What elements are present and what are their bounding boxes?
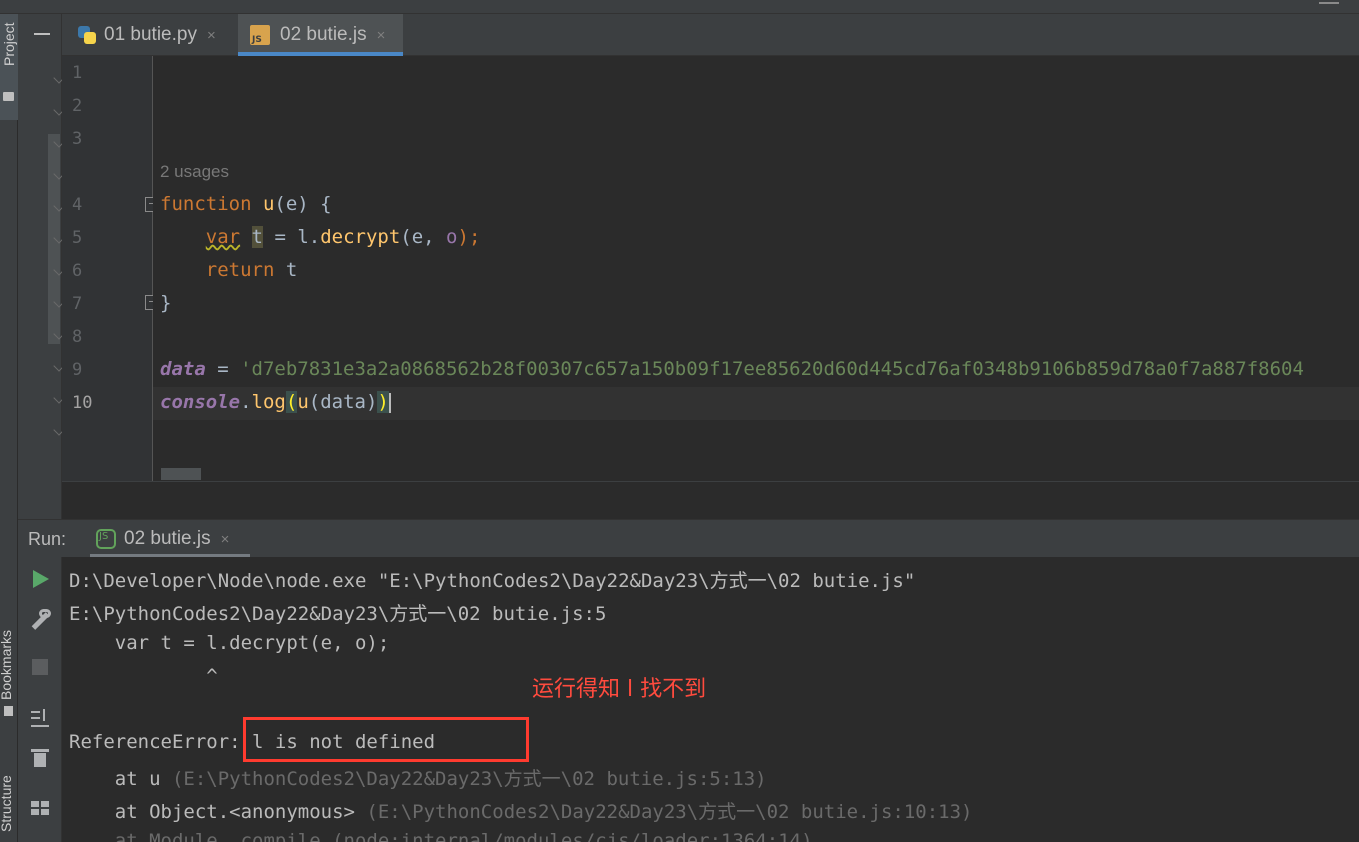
bookmarks-tool-tab[interactable]: Bookmarks (0, 600, 18, 740)
line-number: 6 (72, 261, 83, 281)
code-line-5: var t = l.decrypt(e, o); (205, 226, 481, 248)
line-number: 8 (72, 327, 83, 347)
code-line-7: } (160, 292, 172, 314)
run-tab-label: 02 butie.js (124, 528, 211, 549)
tab-01-butie-py[interactable]: 01 butie.py × (78, 14, 256, 56)
line-number: 7 (72, 294, 83, 314)
title-strip (0, 0, 1359, 14)
stack-link[interactable]: (E:\PythonCodes2\Day22&Day23\方式一\02 buti… (366, 801, 972, 823)
trash-icon[interactable] (29, 747, 51, 769)
project-tool-tab[interactable]: Project (0, 14, 18, 120)
nodejs-icon: JS (96, 529, 116, 549)
run-label: Run: (28, 529, 67, 549)
code-line-10: console.log(u(data)) (160, 391, 391, 413)
bookmark-icon (4, 706, 13, 716)
rerun-icon[interactable] (33, 570, 49, 588)
stop-icon[interactable] (32, 659, 48, 675)
close-icon[interactable]: × (221, 531, 230, 548)
console-line: D:\Developer\Node\node.exe "E:\PythonCod… (69, 570, 916, 592)
code-line-9: data = 'd7eb7831e3a2a0868562b28f00307c65… (160, 358, 1304, 380)
tab-label: 02 butie.js (280, 24, 367, 45)
line-number: 2 (72, 96, 83, 116)
js-file-icon: JS (250, 25, 270, 45)
horizontal-scrollbar[interactable] (161, 468, 201, 480)
scroll-to-end-icon[interactable] (29, 707, 51, 729)
run-console[interactable]: D:\Developer\Node\node.exe "E:\PythonCod… (62, 557, 1359, 842)
project-tool-label: Project (1, 22, 17, 66)
annotation-highlight-box (243, 717, 529, 762)
code-line-4: function u(e) { (160, 193, 332, 215)
console-line: ^ (69, 665, 218, 687)
code-editor[interactable]: 2 usages function u(e) { var t = l.decry… (153, 56, 1359, 481)
stack-link[interactable]: (E:\PythonCodes2\Day22&Day23\方式一\02 buti… (172, 768, 767, 790)
code-line-6: return t (205, 259, 298, 281)
tab-label: 01 butie.py (104, 24, 197, 45)
run-toolbar (18, 557, 62, 842)
editor-tab-bar: 01 butie.py × JS 02 butie.js × (62, 14, 1359, 56)
project-panel (18, 14, 65, 519)
close-icon[interactable]: × (207, 27, 216, 44)
structure-tool-tab[interactable]: Structure (0, 750, 18, 842)
folder-icon (3, 92, 14, 101)
run-tool-header: Run: JS 02 butie.js × (18, 519, 1359, 558)
usages-hint[interactable]: 2 usages (160, 162, 229, 182)
line-number: 3 (72, 129, 83, 149)
console-line: at Module._compile (node:internal/module… (69, 830, 813, 842)
tab-02-butie-js[interactable]: JS 02 butie.js × (238, 14, 403, 56)
line-number: 5 (72, 228, 83, 248)
line-number: 1 (72, 63, 83, 83)
console-line: var t = l.decrypt(e, o); (69, 632, 390, 654)
console-line: at Object.<anonymous> (E:\PythonCodes2\D… (69, 801, 973, 823)
structure-tool-label: Structure (0, 775, 14, 832)
wrench-icon[interactable] (29, 609, 51, 631)
close-icon[interactable]: × (377, 27, 386, 44)
line-number: 4 (72, 195, 83, 215)
console-line: E:\PythonCodes2\Day22&Day23\方式一\02 butie… (69, 603, 607, 625)
hide-panel-icon[interactable] (34, 33, 50, 35)
run-tab-02-butie-js[interactable]: JS 02 butie.js × (90, 520, 250, 558)
text-caret (388, 392, 391, 413)
layout-icon[interactable] (29, 797, 51, 819)
annotation-text: 运行得知 l 找不到 (532, 677, 707, 702)
python-file-icon (78, 26, 96, 44)
line-number: 10 (72, 393, 93, 413)
minimize-icon[interactable] (1319, 0, 1339, 4)
bookmarks-tool-label: Bookmarks (0, 629, 14, 700)
editor-bottom-area (62, 481, 1359, 519)
line-number: 9 (72, 360, 83, 380)
console-line: at u (E:\PythonCodes2\Day22&Day23\方式一\02… (69, 768, 767, 790)
